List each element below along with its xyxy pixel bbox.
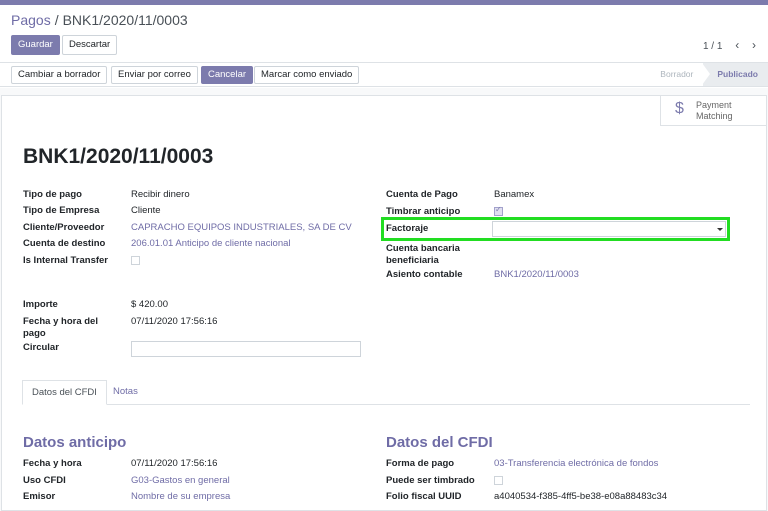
pager-previous-icon[interactable]: ‹ (735, 38, 739, 52)
record-title: BNK1/2020/11/0003 (23, 145, 214, 168)
tab-notes[interactable]: Notas (104, 380, 147, 405)
partner-type-label: Tipo de Empresa (23, 205, 100, 216)
payment-matching-button[interactable]: $ Payment Matching (660, 96, 766, 126)
advance-data-heading: Datos anticipo (23, 434, 127, 451)
payment-type-label: Tipo de pago (23, 189, 82, 200)
dollar-icon: $ (675, 100, 684, 117)
pager-next-icon[interactable]: › (752, 38, 756, 52)
partner-type-value[interactable]: Cliente (131, 205, 161, 216)
payment-datetime-label-line2: pago (23, 328, 46, 339)
save-button[interactable]: Guardar (11, 35, 60, 55)
cfdi-use-label: Uso CFDI (23, 475, 66, 486)
control-panel: Pagos / BNK1/2020/11/0003 Guardar Descarta… (0, 5, 768, 63)
stamp-advance-checkbox[interactable] (494, 205, 503, 216)
payment-matching-line2: Matching (696, 111, 733, 121)
partner-label: Cliente/Proveedor (23, 222, 105, 233)
payment-method-link[interactable]: 03-Transferencia electrónica de fondos (494, 458, 658, 469)
cfdi-data-heading: Datos del CFDI (386, 434, 493, 451)
bank-account-label-line1: Cuenta bancaria (386, 243, 460, 254)
destination-account-label: Cuenta de destino (23, 238, 106, 249)
payment-datetime-label-line1: Fecha y hora del (23, 316, 98, 327)
status-stage-draft: Borrador (660, 69, 694, 79)
journal-value[interactable]: Banamex (494, 189, 534, 200)
advance-datetime-label: Fecha y hora (23, 458, 82, 469)
partner-link[interactable]: CAPRACHO EQUIPOS INDUSTRIALES, SA DE CV (131, 222, 352, 233)
payment-datetime-value[interactable]: 07/11/2020 17:56:16 (131, 316, 217, 327)
payment-datetime-label: Fecha y hora del pago (23, 316, 98, 340)
issuer-label: Emisor (23, 491, 56, 502)
reset-to-draft-button[interactable]: Cambiar a borrador (11, 66, 108, 84)
pager: 1 / 1 ‹ › (703, 38, 756, 52)
cfdi-use-link[interactable]: G03-Gastos en general (131, 475, 230, 486)
destination-account-link[interactable]: 206.01.01 Anticipo de cliente nacional (131, 238, 291, 249)
payment-matching-label: Payment Matching (696, 100, 733, 122)
can-be-stamped-label: Puede ser timbrado (386, 475, 475, 486)
notebook-tabs: Datos del CFDI Notas (22, 380, 750, 405)
payment-type-value[interactable]: Recibir dinero (131, 189, 190, 200)
discard-button[interactable]: Descartar (62, 35, 118, 55)
internal-transfer-checkbox[interactable] (131, 256, 140, 265)
journal-label: Cuenta de Pago (386, 189, 458, 200)
breadcrumb-current: BNK1/2020/11/0003 (62, 12, 188, 28)
advance-datetime-value[interactable]: 07/11/2020 17:56:16 (131, 458, 217, 469)
amount-value[interactable]: $ 420.00 (131, 299, 168, 310)
issuer-link[interactable]: Nombre de su empresa (131, 491, 230, 502)
can-be-stamped-checkbox[interactable] (494, 476, 503, 485)
mark-as-sent-button[interactable]: Marcar como enviado (254, 66, 360, 84)
status-bar: Borrador Publicado (650, 63, 768, 86)
memo-input[interactable] (131, 341, 361, 357)
breadcrumb-payments-link[interactable]: Pagos (11, 12, 51, 28)
payment-matching-line1: Payment (696, 100, 732, 110)
amount-label: Importe (23, 299, 58, 310)
send-email-button[interactable]: Enviar por correo (111, 66, 198, 84)
status-stage-posted: Publicado (702, 63, 768, 86)
cancel-button[interactable]: Cancelar (201, 66, 254, 84)
payment-method-label: Forma de pago (386, 458, 455, 469)
fiscal-uuid-value[interactable]: a4040534-f385-4ff5-be38-e08a88483c34 (494, 491, 667, 502)
bank-account-label: Cuenta bancaria beneficiaria (386, 243, 460, 267)
highlight-box (381, 217, 730, 241)
pager-value[interactable]: 1 / 1 (703, 41, 722, 52)
tab-cfdi-data[interactable]: Datos del CFDI (22, 380, 107, 405)
breadcrumb: Pagos / BNK1/2020/11/0003 (11, 12, 188, 28)
journal-entry-link[interactable]: BNK1/2020/11/0003 (494, 269, 579, 280)
memo-label: Circular (23, 342, 59, 353)
bank-account-label-line2: beneficiaria (386, 255, 439, 266)
fiscal-uuid-label: Folio fiscal UUID (386, 491, 462, 502)
journal-entry-label: Asiento contable (386, 269, 463, 280)
breadcrumb-separator: / (54, 12, 59, 28)
internal-transfer-label: Is Internal Transfer (23, 255, 109, 266)
action-bar: Cambiar a borrador Enviar por correo Can… (0, 63, 768, 87)
